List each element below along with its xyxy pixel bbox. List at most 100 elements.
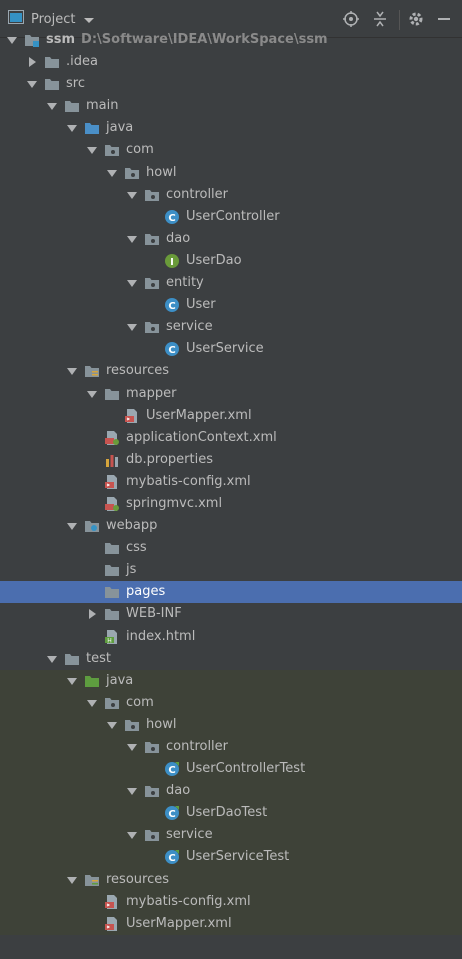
tree-node-label: service <box>166 827 213 843</box>
expand-arrow-icon[interactable] <box>126 277 138 289</box>
svg-text:C: C <box>168 301 175 312</box>
tree-node[interactable]: .idea <box>0 51 462 73</box>
tree-node[interactable]: howl <box>0 713 462 736</box>
expand-arrow-icon[interactable] <box>26 78 38 90</box>
tree-node[interactable]: main <box>0 95 462 117</box>
tree-node[interactable]: controller <box>0 184 462 206</box>
expand-arrow-icon[interactable] <box>86 388 98 400</box>
expand-arrow-icon[interactable] <box>66 122 78 134</box>
expand-arrow-icon[interactable] <box>106 719 118 731</box>
expand-arrow-icon[interactable] <box>106 167 118 179</box>
tree-node[interactable]: C UserServiceTest <box>0 846 462 869</box>
tree-node[interactable]: C UserService <box>0 338 462 360</box>
java-class-icon: C <box>164 209 180 225</box>
locate-icon[interactable] <box>342 10 360 28</box>
expand-arrow-icon[interactable] <box>126 829 138 841</box>
tree-node-label: resources <box>106 363 170 379</box>
tree-node[interactable]: UserMapper.xml <box>0 405 462 427</box>
package-icon <box>144 827 160 843</box>
tree-node-label: java <box>106 672 134 688</box>
tree-node[interactable]: howl <box>0 162 462 184</box>
html-file-icon: H <box>104 629 120 645</box>
svg-text:C: C <box>168 213 175 224</box>
tree-node[interactable]: applicationContext.xml <box>0 427 462 449</box>
properties-file-icon <box>104 452 120 468</box>
tree-node-label: howl <box>146 716 177 732</box>
web-folder-icon <box>84 518 100 534</box>
expand-arrow-icon[interactable] <box>126 741 138 753</box>
tree-node-label: springmvc.xml <box>126 495 223 511</box>
tree-node-label: service <box>166 319 213 335</box>
tree-node[interactable]: C User <box>0 294 462 316</box>
tree-node-label: howl <box>146 164 177 180</box>
package-icon <box>144 187 160 203</box>
tree-node[interactable]: service <box>0 824 462 847</box>
spring-xml-icon <box>104 430 120 446</box>
tree-node[interactable]: I UserDao <box>0 250 462 272</box>
tree-node-label: mapper <box>126 385 177 401</box>
tree-node[interactable]: mybatis-config.xml <box>0 890 462 913</box>
tree-node[interactable]: springmvc.xml <box>0 493 462 515</box>
tree-node-label: UserMapper.xml <box>146 407 252 423</box>
package-icon <box>144 231 160 247</box>
spring-xml-icon <box>104 496 120 512</box>
tree-node-label: UserServiceTest <box>186 849 290 865</box>
tree-node[interactable]: WEB-INF <box>0 603 462 625</box>
tree-node[interactable]: css <box>0 537 462 559</box>
collapse-all-icon[interactable] <box>371 10 389 28</box>
tree-node[interactable]: UserMapper.xml <box>0 912 462 935</box>
project-view-selector[interactable]: Project <box>8 10 95 28</box>
folder-icon <box>104 584 120 600</box>
expand-arrow-icon[interactable] <box>126 233 138 245</box>
expand-arrow-icon[interactable] <box>46 653 58 665</box>
tree-node[interactable]: C UserDaoTest <box>0 802 462 825</box>
expand-arrow-icon[interactable] <box>66 874 78 886</box>
tree-node[interactable]: com <box>0 139 462 161</box>
tree-node[interactable]: dao <box>0 228 462 250</box>
expand-arrow-icon[interactable] <box>66 520 78 532</box>
expand-arrow-icon[interactable] <box>126 321 138 333</box>
package-icon <box>104 142 120 158</box>
expand-arrow-icon[interactable] <box>126 785 138 797</box>
tree-node[interactable]: C UserController <box>0 206 462 228</box>
collapse-arrow-icon[interactable] <box>86 608 98 620</box>
svg-text:C: C <box>168 765 175 776</box>
tree-node[interactable]: java <box>0 117 462 139</box>
tree-node[interactable]: service <box>0 316 462 338</box>
expand-arrow-icon[interactable] <box>86 697 98 709</box>
tree-node[interactable]: entity <box>0 272 462 294</box>
xml-file-icon <box>104 916 120 932</box>
expand-arrow-icon[interactable] <box>66 365 78 377</box>
tree-node[interactable]: db.properties <box>0 449 462 471</box>
tree-node[interactable]: java <box>0 669 462 692</box>
tree-node[interactable]: test <box>0 648 462 670</box>
tree-node[interactable]: dao <box>0 780 462 803</box>
gear-icon[interactable] <box>407 10 425 28</box>
tree-node[interactable]: resources <box>0 360 462 382</box>
folder-icon <box>44 54 60 70</box>
tree-node[interactable]: js <box>0 559 462 581</box>
tree-node[interactable]: resources <box>0 868 462 891</box>
tree-node[interactable]: C UserControllerTest <box>0 758 462 781</box>
expand-arrow-icon[interactable] <box>46 100 58 112</box>
folder-icon <box>104 540 120 556</box>
expand-arrow-icon[interactable] <box>66 675 78 687</box>
expand-arrow-icon[interactable] <box>126 189 138 201</box>
expand-arrow-icon[interactable] <box>86 144 98 156</box>
tree-node[interactable]: com <box>0 691 462 714</box>
tree-node[interactable]: Hindex.html <box>0 626 462 648</box>
tree-node[interactable]: mapper <box>0 383 462 405</box>
tree-node[interactable]: controller <box>0 736 462 759</box>
collapse-arrow-icon[interactable] <box>26 56 38 68</box>
tree-node-label: css <box>126 540 147 556</box>
tree-node[interactable]: mybatis-config.xml <box>0 471 462 493</box>
hide-icon[interactable] <box>435 10 453 28</box>
tree-node[interactable]: ssm D:\Software\IDEA\WorkSpace\ssm <box>0 29 462 51</box>
expand-arrow-icon[interactable] <box>6 34 18 46</box>
tree-node-label: UserService <box>186 341 264 357</box>
tree-node-label: controller <box>166 186 229 202</box>
tree-node[interactable]: webapp <box>0 515 462 537</box>
tree-node[interactable]: pages <box>0 581 462 604</box>
project-view-label: Project <box>31 11 76 27</box>
tree-node[interactable]: src <box>0 73 462 95</box>
